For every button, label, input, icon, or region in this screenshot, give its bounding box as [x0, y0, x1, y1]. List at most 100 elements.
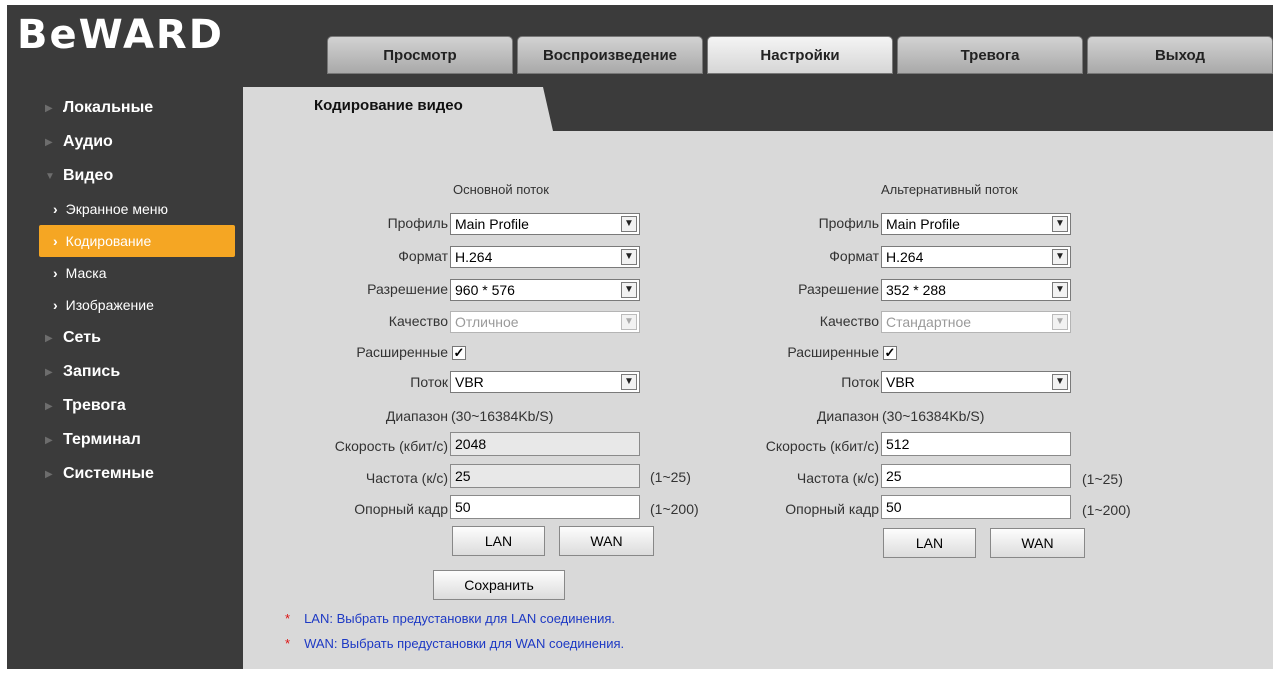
sidebar-subitem-kodirovanie[interactable]: › Кодирование [39, 225, 235, 257]
save-button[interactable]: Сохранить [433, 570, 565, 600]
alt-resolution-label: Разрешение [798, 281, 879, 297]
sidebar-item-lokalnye[interactable]: ▶ Локальные [27, 91, 247, 125]
main-resolution-value: 960 * 576 [455, 282, 515, 298]
main-advanced-checkbox[interactable]: ✓ [452, 346, 466, 360]
lan-note-text: LAN: Выбрать предустановки для LAN соеди… [304, 611, 616, 626]
alt-resolution-value: 352 * 288 [886, 282, 946, 298]
alt-framerate-range: (1~25) [1082, 471, 1123, 487]
alt-format-value: H.264 [886, 249, 924, 265]
alt-lan-button[interactable]: LAN [883, 528, 976, 558]
sidebar-item-video[interactable]: ▼ Видео [27, 159, 247, 193]
dropdown-arrow-icon: ▼ [621, 282, 637, 298]
alt-format-select[interactable]: H.264 ▼ [881, 246, 1071, 268]
alt-quality-label: Качество [819, 313, 879, 329]
wan-note-text: WAN: Выбрать предустановки для WAN соеди… [304, 636, 625, 651]
main-framerate-range: (1~25) [650, 469, 691, 485]
triangle-right-icon: ▶ [45, 468, 53, 480]
alt-framerate-label: Частота (к/с) [796, 470, 879, 486]
main-stream-value: VBR [455, 374, 484, 390]
alt-keyframe-input[interactable]: 50 [881, 495, 1071, 519]
main-keyframe-input[interactable]: 50 [450, 495, 640, 519]
main-resolution-select[interactable]: 960 * 576 ▼ [450, 279, 640, 301]
main-lan-button[interactable]: LAN [452, 526, 545, 556]
sidebar-subitem-maska[interactable]: › Маска [27, 257, 247, 289]
tab-trevoga[interactable]: Тревога [897, 36, 1083, 74]
sidebar-subitem-label: Кодирование [65, 233, 152, 249]
main-format-label: Формат [398, 248, 448, 264]
chevron-right-icon: › [53, 265, 58, 281]
sidebar-item-label: Видео [63, 167, 114, 184]
triangle-right-icon: ▶ [45, 366, 53, 378]
main-quality-value: Отличное [455, 314, 519, 330]
alt-stream-heading: Альтернативный поток [881, 182, 1018, 197]
sidebar-subitem-ekrannoe-menu[interactable]: › Экранное меню [27, 193, 247, 225]
alt-range-value: (30~16384Kb/S) [882, 408, 985, 424]
dropdown-arrow-icon: ▼ [1052, 374, 1068, 390]
sidebar-item-label: Локальные [63, 99, 154, 116]
alt-stream-value: VBR [886, 374, 915, 390]
main-profile-label: Профиль [387, 215, 448, 231]
alt-profile-value: Main Profile [886, 216, 960, 232]
main-keyframe-range: (1~200) [650, 501, 699, 517]
top-nav: Просмотр Воспроизведение Настройки Трево… [327, 36, 1273, 74]
sidebar-subitem-izobrazhenie[interactable]: › Изображение [27, 289, 247, 321]
dropdown-arrow-icon: ▼ [621, 216, 637, 232]
alt-quality-value: Стандартное [886, 314, 972, 330]
chevron-right-icon: › [53, 233, 58, 249]
sidebar-item-trevoga[interactable]: ▶ Тревога [27, 389, 247, 423]
dropdown-arrow-icon: ▼ [621, 249, 637, 265]
alt-format-label: Формат [829, 248, 879, 264]
sidebar-item-label: Сеть [63, 329, 101, 346]
triangle-right-icon: ▶ [45, 434, 53, 446]
sidebar-item-label: Аудио [63, 133, 113, 150]
tab-nastroyki[interactable]: Настройки [707, 36, 893, 74]
tab-prosmotr[interactable]: Просмотр [327, 36, 513, 74]
alt-stream-label: Поток [841, 374, 879, 390]
alt-bitrate-input[interactable]: 512 [881, 432, 1071, 456]
main-framerate-input[interactable]: 25 [450, 464, 640, 488]
main-stream-label: Поток [410, 374, 448, 390]
alt-resolution-select[interactable]: 352 * 288 ▼ [881, 279, 1071, 301]
alt-bitrate-label: Скорость (кбит/с) [765, 438, 879, 454]
sidebar-item-audio[interactable]: ▶ Аудио [27, 125, 247, 159]
sidebar-item-sistemnye[interactable]: ▶ Системные [27, 457, 247, 491]
alt-wan-button[interactable]: WAN [990, 528, 1085, 558]
main-wan-button[interactable]: WAN [559, 526, 654, 556]
alt-profile-select[interactable]: Main Profile ▼ [881, 213, 1071, 235]
sidebar-subitem-label: Изображение [65, 297, 154, 313]
tab-vyhod[interactable]: Выход [1087, 36, 1273, 74]
sidebar-item-set[interactable]: ▶ Сеть [27, 321, 247, 355]
dropdown-arrow-icon: ▼ [1052, 282, 1068, 298]
chevron-right-icon: › [53, 201, 58, 217]
dropdown-arrow-icon: ▼ [1052, 216, 1068, 232]
main-format-select[interactable]: H.264 ▼ [450, 246, 640, 268]
sidebar-item-zapis[interactable]: ▶ Запись [27, 355, 247, 389]
triangle-down-icon: ▼ [45, 170, 55, 182]
alt-stream-select[interactable]: VBR ▼ [881, 371, 1071, 393]
main-profile-value: Main Profile [455, 216, 529, 232]
note-star: * [285, 611, 291, 626]
tab-vosproizvedenie[interactable]: Воспроизведение [517, 36, 703, 74]
main-bitrate-label: Скорость (кбит/с) [334, 438, 448, 454]
note-star: * [285, 636, 291, 651]
sidebar-subitem-label: Маска [65, 265, 107, 281]
main-stream-select[interactable]: VBR ▼ [450, 371, 640, 393]
sidebar-item-label: Терминал [63, 431, 141, 448]
dropdown-arrow-icon: ▼ [1052, 314, 1068, 330]
main-keyframe-label: Опорный кадр [354, 501, 448, 517]
alt-advanced-label: Расширенные [787, 344, 879, 360]
main-profile-select[interactable]: Main Profile ▼ [450, 213, 640, 235]
main-range-label: Диапазон [385, 408, 448, 424]
alt-keyframe-label: Опорный кадр [785, 501, 879, 517]
chevron-right-icon: › [53, 297, 58, 313]
alt-profile-label: Профиль [818, 215, 879, 231]
alt-framerate-input[interactable]: 25 [881, 464, 1071, 488]
sidebar-subitem-label: Экранное меню [65, 201, 168, 217]
main-bitrate-input[interactable]: 2048 [450, 432, 640, 456]
main-quality-select: Отличное ▼ [450, 311, 640, 333]
main-framerate-label: Частота (к/с) [365, 470, 448, 486]
alt-advanced-checkbox[interactable]: ✓ [883, 346, 897, 360]
main-advanced-label: Расширенные [356, 344, 448, 360]
sidebar-item-terminal[interactable]: ▶ Терминал [27, 423, 247, 457]
triangle-right-icon: ▶ [45, 332, 53, 344]
